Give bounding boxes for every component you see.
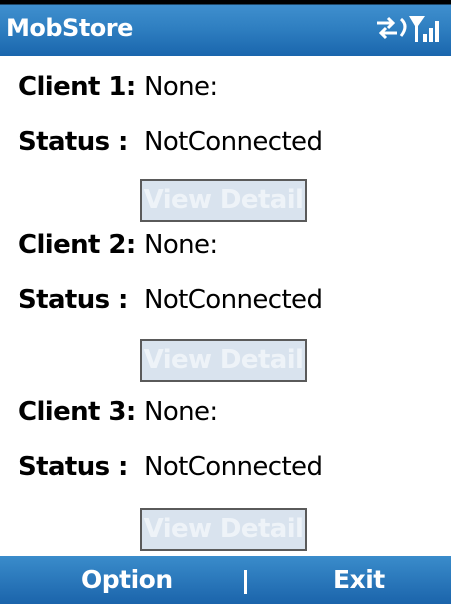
client-list: Client 1: None: Status : NotConnected View… (0, 56, 451, 556)
client-1-row: Client 1: None: (18, 72, 218, 102)
client-3-row: Client 3: None: (18, 397, 218, 427)
client-3-view-detail-button[interactable]: View Detail (140, 508, 307, 551)
client-3-status-value: NotConnected (144, 452, 323, 482)
client-1-view-detail-button[interactable]: View Detail (140, 179, 307, 222)
connection-arrows-icon (377, 16, 407, 40)
client-2-row: Client 2: None: (18, 230, 218, 260)
client-2-status-row: Status : NotConnected (18, 285, 323, 315)
client-1-status-value: NotConnected (144, 127, 323, 157)
client-2-view-detail-button[interactable]: View Detail (140, 339, 307, 382)
status-icons (373, 12, 443, 46)
app-title: MobStore (6, 14, 133, 42)
title-bar: MobStore (0, 0, 451, 56)
softkey-bar: Option Exit (0, 556, 451, 604)
client-1-label: Client 1: (18, 72, 136, 102)
option-softkey[interactable]: Option (81, 556, 173, 604)
client-2-status-label: Status : (18, 285, 128, 315)
client-2-value: None: (144, 230, 218, 260)
signal-strength-icon (409, 16, 439, 42)
softkey-divider (244, 570, 247, 594)
client-3-label: Client 3: (18, 397, 136, 427)
client-2-status-value: NotConnected (144, 285, 323, 315)
exit-softkey[interactable]: Exit (333, 556, 385, 604)
client-1-status-row: Status : NotConnected (18, 127, 323, 157)
client-1-value: None: (144, 72, 218, 102)
client-3-status-label: Status : (18, 452, 128, 482)
client-3-value: None: (144, 397, 218, 427)
client-3-status-row: Status : NotConnected (18, 452, 323, 482)
client-2-label: Client 2: (18, 230, 136, 260)
client-1-status-label: Status : (18, 127, 128, 157)
